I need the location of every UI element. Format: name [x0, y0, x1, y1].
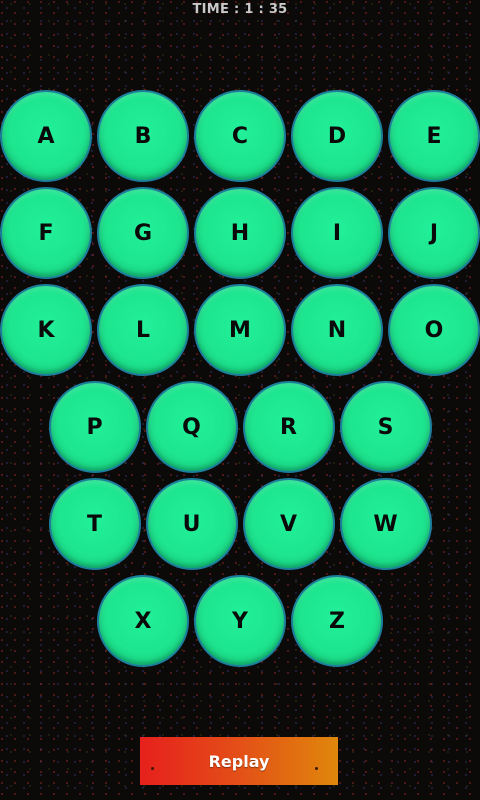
letter-label: I [332, 220, 342, 246]
replay-label: Replay [208, 751, 270, 771]
letter-row-1: A B C D E [0, 90, 480, 182]
letter-label: N [327, 317, 347, 343]
letter-button-m[interactable]: M [194, 284, 286, 376]
letter-button-w[interactable]: W [339, 478, 432, 570]
letter-label: H [230, 220, 250, 246]
letter-label: P [86, 414, 103, 440]
letter-button-z[interactable]: Z [291, 575, 383, 667]
letter-button-f[interactable]: F [0, 187, 92, 279]
letter-label: K [37, 317, 55, 343]
letter-label: A [37, 123, 55, 149]
replay-button[interactable]: Replay [140, 737, 338, 785]
letter-row-4: P Q R S [0, 381, 480, 473]
letter-button-j[interactable]: J [388, 187, 480, 279]
letter-label: Z [329, 608, 345, 634]
decorative-dot [151, 767, 154, 770]
letter-label: X [134, 608, 152, 634]
letter-button-x[interactable]: X [97, 575, 189, 667]
timer-display: TIME : 1 : 35 [192, 2, 288, 17]
letter-button-o[interactable]: O [388, 284, 480, 376]
letter-label: J [429, 220, 439, 246]
letter-label: L [135, 317, 151, 343]
letter-label: S [377, 414, 394, 440]
letter-button-i[interactable]: I [291, 187, 383, 279]
letter-label: Y [232, 608, 248, 634]
letter-label: R [280, 414, 297, 440]
letter-row-2: F G H I J [0, 187, 480, 279]
letter-button-t[interactable]: T [48, 478, 141, 570]
letter-button-p[interactable]: P [48, 381, 141, 473]
letter-row-6: X Y Z [0, 575, 480, 667]
letter-label: U [182, 511, 201, 537]
letter-button-k[interactable]: K [0, 284, 92, 376]
letter-button-q[interactable]: Q [145, 381, 238, 473]
letter-label: C [231, 123, 249, 149]
letter-button-l[interactable]: L [97, 284, 189, 376]
letter-button-u[interactable]: U [145, 478, 238, 570]
letter-label: T [86, 511, 102, 537]
letter-button-h[interactable]: H [194, 187, 286, 279]
letter-button-r[interactable]: R [242, 381, 335, 473]
letter-button-n[interactable]: N [291, 284, 383, 376]
letter-label: V [279, 511, 298, 537]
letter-button-e[interactable]: E [388, 90, 480, 182]
letter-button-d[interactable]: D [291, 90, 383, 182]
letter-button-y[interactable]: Y [194, 575, 286, 667]
letter-grid: A B C D E F G H I J K L M N O P Q R S T … [0, 90, 480, 672]
letter-button-v[interactable]: V [242, 478, 335, 570]
letter-button-g[interactable]: G [97, 187, 189, 279]
letter-label: F [38, 220, 54, 246]
letter-row-5: T U V W [0, 478, 480, 570]
letter-button-b[interactable]: B [97, 90, 189, 182]
letter-label: E [426, 123, 442, 149]
letter-label: B [134, 123, 152, 149]
letter-label: W [373, 511, 398, 537]
letter-label: O [424, 317, 444, 343]
letter-label: G [133, 220, 153, 246]
letter-button-a[interactable]: A [0, 90, 92, 182]
letter-label: M [229, 317, 251, 343]
letter-button-s[interactable]: S [339, 381, 432, 473]
letter-label: Q [182, 414, 201, 440]
letter-button-c[interactable]: C [194, 90, 286, 182]
letter-row-3: K L M N O [0, 284, 480, 376]
decorative-dot [315, 767, 318, 770]
letter-label: D [327, 123, 347, 149]
